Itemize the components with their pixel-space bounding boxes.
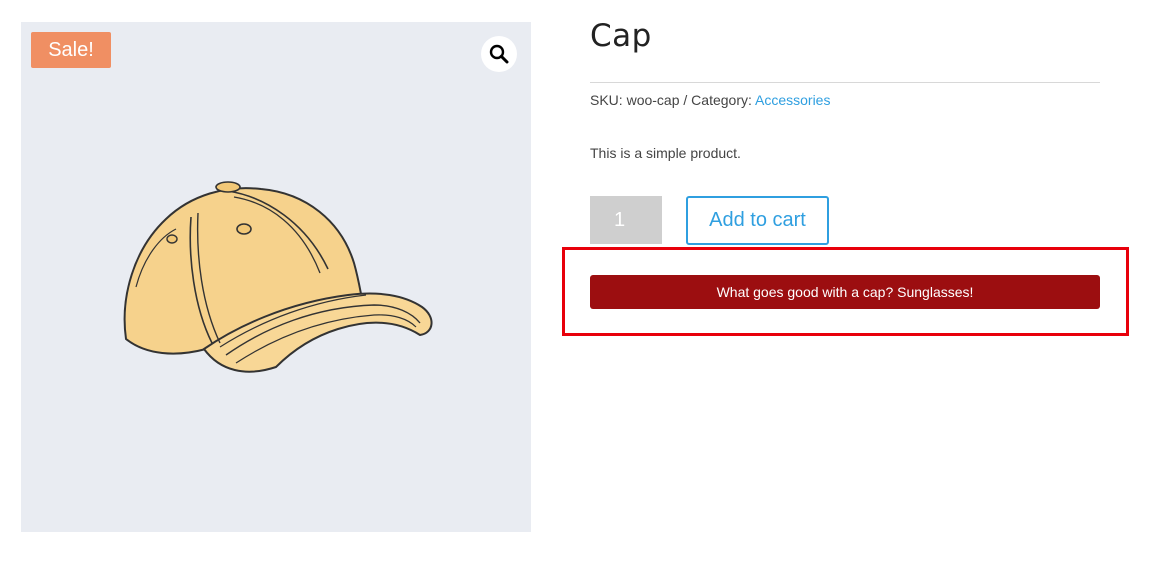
add-to-cart-button[interactable]: Add to cart — [686, 196, 829, 245]
title-divider — [590, 82, 1100, 83]
meta-separator: / — [683, 92, 688, 108]
sku-value: woo-cap — [626, 92, 680, 108]
cap-image[interactable] — [116, 177, 436, 382]
magnifier-icon[interactable] — [481, 36, 517, 72]
sku-label: SKU: — [590, 92, 623, 108]
quantity-input[interactable] — [590, 196, 662, 244]
sale-badge: Sale! — [31, 32, 111, 68]
product-title: Cap — [590, 18, 652, 54]
short-description: This is a simple product. — [590, 145, 741, 161]
product-gallery: Sale! — [21, 22, 531, 532]
category-link[interactable]: Accessories — [755, 92, 830, 108]
category-label: Category: — [691, 92, 752, 108]
product-meta: SKU: woo-cap / Category: Accessories — [590, 91, 830, 109]
promo-sunglasses-button[interactable]: What goes good with a cap? Sunglasses! — [590, 275, 1100, 309]
